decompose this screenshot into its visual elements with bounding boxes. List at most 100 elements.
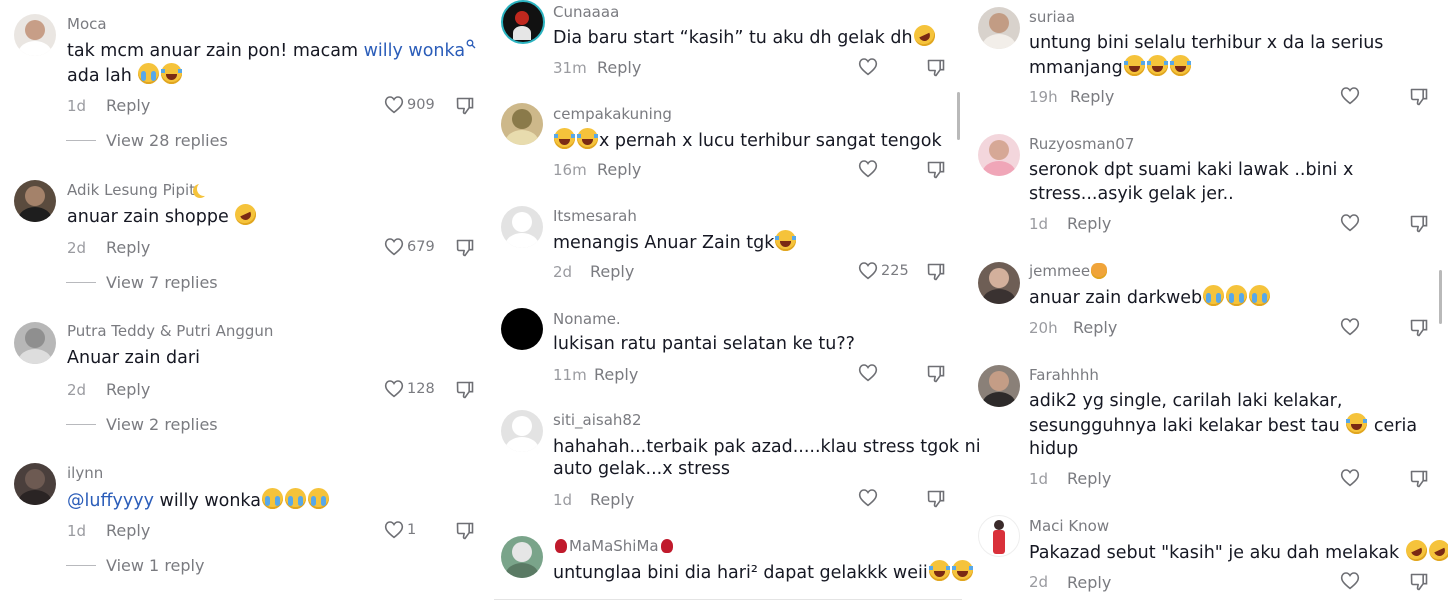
avatar[interactable]: [501, 206, 543, 248]
like-button[interactable]: [1340, 317, 1360, 336]
heart-icon: [1340, 87, 1360, 105]
view-replies-button[interactable]: View 28 replies: [66, 131, 228, 150]
view-replies-button[interactable]: View 2 replies: [66, 415, 218, 434]
comment-username[interactable]: Farahhhh: [1029, 366, 1099, 384]
dislike-button[interactable]: [1409, 572, 1429, 592]
like-count: 1: [407, 521, 417, 538]
avatar[interactable]: [978, 134, 1020, 176]
comment-text-part: sesungguhnya laki kelakar best tau: [1029, 416, 1340, 436]
like-button[interactable]: 1: [384, 520, 416, 539]
avatar[interactable]: [501, 308, 543, 350]
dislike-button[interactable]: [926, 160, 946, 180]
comment-username[interactable]: jemmee: [1029, 262, 1108, 280]
mention-link[interactable]: @luffyyyy: [67, 491, 154, 511]
reply-button[interactable]: Reply: [1067, 573, 1111, 592]
moon-emoji: [197, 182, 211, 196]
like-button[interactable]: [858, 57, 878, 76]
scrollbar[interactable]: [957, 92, 960, 140]
comment-username[interactable]: cempakakuning: [553, 105, 672, 123]
dislike-button[interactable]: [926, 58, 946, 78]
avatar[interactable]: [501, 536, 543, 578]
avatar[interactable]: [501, 0, 545, 44]
comment-text-line: stress...asyik gelak jer..: [1029, 184, 1234, 204]
comment-username[interactable]: Noname.: [553, 310, 621, 328]
reply-button[interactable]: Reply: [1073, 318, 1117, 337]
like-button[interactable]: 679: [384, 237, 435, 256]
comment-username[interactable]: MaMaShiMa: [553, 537, 675, 555]
comment-time: 1d: [1029, 470, 1049, 488]
reply-button[interactable]: Reply: [106, 380, 150, 399]
avatar[interactable]: [978, 515, 1020, 557]
comment-time: 1d: [553, 491, 573, 509]
avatar[interactable]: [14, 180, 56, 222]
avatar[interactable]: [14, 463, 56, 505]
avatar[interactable]: [978, 365, 1020, 407]
dislike-button[interactable]: [926, 364, 946, 384]
dislike-button[interactable]: [455, 521, 475, 541]
avatar[interactable]: [14, 322, 56, 364]
view-replies-button[interactable]: View 7 replies: [66, 273, 218, 292]
comment-time: 11m: [553, 366, 587, 384]
comment-username[interactable]: Maci Know: [1029, 517, 1109, 535]
search-link[interactable]: willy wonka: [364, 41, 465, 61]
search-icon[interactable]: [466, 39, 476, 49]
view-replies-button[interactable]: View 1 reply: [66, 556, 204, 575]
reply-button[interactable]: Reply: [590, 262, 634, 281]
avatar[interactable]: [501, 410, 543, 452]
avatar[interactable]: [14, 14, 56, 56]
dislike-button[interactable]: [455, 380, 475, 400]
like-button[interactable]: [858, 363, 878, 382]
like-button[interactable]: [1340, 571, 1360, 590]
comment-username[interactable]: Cunaaaa: [553, 3, 619, 21]
comment-text-line: ada lah: [67, 63, 183, 88]
comment-text: tak mcm anuar zain pon! macam willy wonk…: [67, 39, 476, 63]
like-button[interactable]: [1340, 468, 1360, 487]
reply-button[interactable]: Reply: [106, 96, 150, 115]
like-button[interactable]: [858, 488, 878, 507]
avatar[interactable]: [501, 103, 543, 145]
reply-button[interactable]: Reply: [1067, 214, 1111, 233]
comment-username[interactable]: suriaa: [1029, 8, 1075, 26]
reply-button[interactable]: Reply: [106, 238, 150, 257]
like-button[interactable]: [1340, 86, 1360, 105]
reply-button[interactable]: Reply: [106, 521, 150, 540]
avatar[interactable]: [978, 262, 1020, 304]
dislike-button[interactable]: [1409, 469, 1429, 489]
comment-text: Pakazad sebut "kasih" je aku dah melakak: [1029, 536, 1448, 565]
dislike-button[interactable]: [455, 238, 475, 258]
reply-button[interactable]: Reply: [1070, 87, 1114, 106]
comment-username[interactable]: Ruzyosman07: [1029, 135, 1134, 153]
crying-emoji: [284, 488, 306, 509]
avatar[interactable]: [978, 7, 1020, 49]
reply-button[interactable]: Reply: [597, 58, 641, 77]
comment-username[interactable]: Moca: [67, 15, 107, 33]
laughing-emoji: [577, 128, 598, 149]
like-button[interactable]: [858, 159, 878, 178]
comment-username[interactable]: ilynn: [67, 464, 103, 482]
like-button[interactable]: 128: [384, 379, 435, 398]
comment-text-part: ceria: [1368, 416, 1418, 436]
dislike-button[interactable]: [1409, 318, 1429, 338]
like-button[interactable]: [1340, 213, 1360, 232]
comment-username[interactable]: Itsmesarah: [553, 207, 637, 225]
comments-column-2: Cunaaaa Dia baru start “kasih” tu aku dh…: [490, 0, 981, 612]
reply-button[interactable]: Reply: [590, 490, 634, 509]
thumbs-down-icon: [1410, 470, 1428, 488]
comment-username[interactable]: Putra Teddy & Putri Anggun: [67, 322, 273, 340]
scrollbar[interactable]: [1439, 270, 1442, 324]
dislike-button[interactable]: [1409, 87, 1429, 107]
thumbs-down-icon: [927, 263, 945, 281]
like-button[interactable]: 909: [384, 95, 435, 114]
dislike-button[interactable]: [926, 489, 946, 509]
comment-username[interactable]: siti_aisah82: [553, 411, 642, 429]
reply-button[interactable]: Reply: [594, 365, 638, 384]
dislike-button[interactable]: [926, 262, 946, 282]
reply-button[interactable]: Reply: [1067, 469, 1111, 488]
comment-username[interactable]: Adik Lesung Pipit: [67, 181, 211, 199]
reply-button[interactable]: Reply: [597, 160, 641, 179]
dislike-button[interactable]: [1409, 214, 1429, 234]
crying-emoji: [1226, 285, 1248, 306]
like-button[interactable]: 225: [858, 261, 909, 280]
heart-icon: [858, 58, 878, 76]
dislike-button[interactable]: [455, 96, 475, 116]
